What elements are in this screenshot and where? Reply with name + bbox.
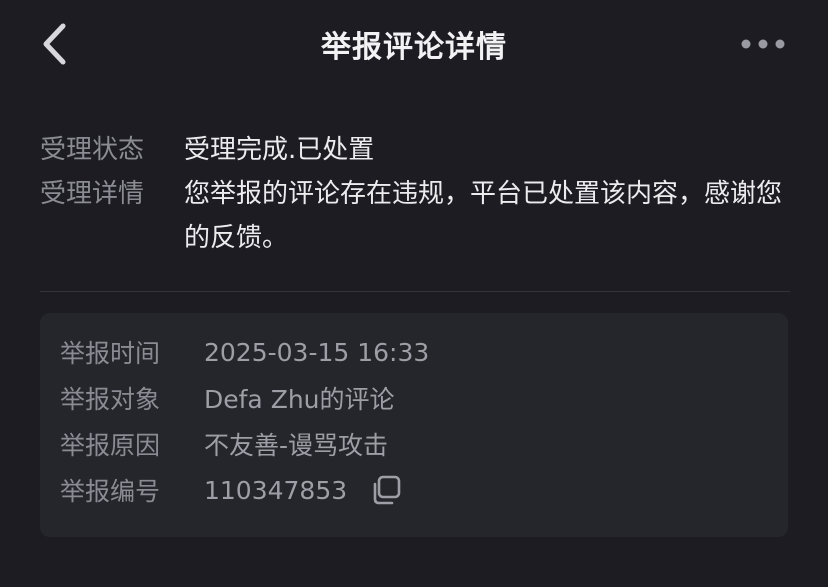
report-info-card: 举报时间 2025-03-15 16:33 举报对象 Defa Zhu的评论 举… (40, 313, 788, 537)
detail-value: 您举报的评论存在违规，平台已处置该内容，感谢您的反馈。 (184, 179, 783, 253)
report-number-value: 110347853 (204, 475, 348, 505)
more-horizontal-icon (741, 39, 785, 49)
status-value: 受理完成.已处置 (184, 135, 375, 165)
nav-bar: 举报评论详情 (0, 0, 828, 90)
report-target-value: Defa Zhu的评论 (204, 385, 395, 414)
report-reason-row: 举报原因 不友善-谩骂攻击 (60, 421, 760, 467)
report-time-label: 举报时间 (60, 339, 161, 368)
report-reason-label: 举报原因 (60, 431, 161, 460)
status-label: 受理状态 (40, 135, 145, 165)
report-time-row: 举报时间 2025-03-15 16:33 (60, 329, 760, 375)
report-reason-value: 不友善-谩骂攻击 (204, 431, 389, 460)
detail-label: 受理详情 (40, 179, 145, 209)
report-number-label: 举报编号 (60, 477, 161, 506)
report-number-row: 举报编号 110347853 (60, 467, 760, 513)
report-target-label: 举报对象 (60, 385, 161, 414)
page-title: 举报评论详情 (321, 30, 507, 65)
copy-button[interactable] (369, 473, 403, 507)
detail-row: 受理详情 您举报的评论存在违规，平台已处置该内容，感谢您的反馈。 (40, 172, 790, 260)
status-row: 受理状态 受理完成.已处置 (40, 128, 790, 172)
report-time-value: 2025-03-15 16:33 (204, 337, 430, 367)
handling-status-section: 受理状态 受理完成.已处置 受理详情 您举报的评论存在违规，平台已处置该内容，感… (40, 128, 790, 260)
copy-icon (373, 475, 401, 505)
divider (40, 291, 790, 292)
report-target-row: 举报对象 Defa Zhu的评论 (60, 375, 760, 421)
more-button[interactable] (738, 30, 788, 58)
